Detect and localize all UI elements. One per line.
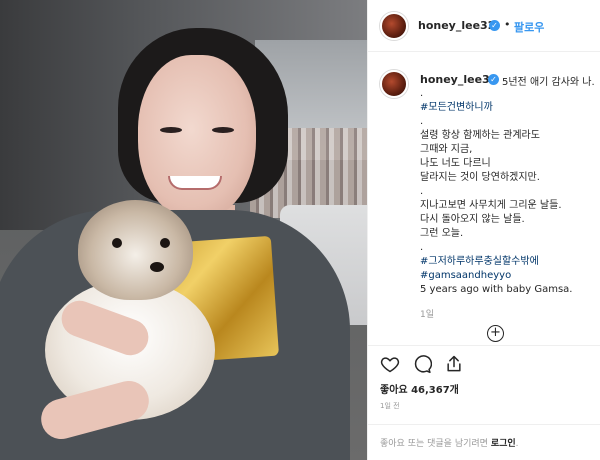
caption-time: 1일 bbox=[420, 310, 435, 320]
photo-face bbox=[138, 55, 256, 220]
verified-icon: ✓ bbox=[489, 20, 500, 31]
photo-right-eye bbox=[212, 127, 234, 133]
caption-hashtag[interactable]: #그저하루하루충실할수밖에 bbox=[420, 255, 539, 269]
caption-line: . bbox=[420, 88, 424, 99]
plus-circle-icon: + bbox=[490, 325, 501, 340]
caption-line: 설령 항상 함께하는 관계라도 bbox=[420, 130, 540, 141]
comment-icon[interactable] bbox=[412, 354, 432, 374]
caption-first-line: 5년전 애기 감사와 나. bbox=[502, 77, 595, 88]
like-count[interactable]: 좋아요 46,367개 bbox=[380, 381, 459, 396]
photo-smile bbox=[168, 176, 222, 190]
caption-line: 다시 돌아오지 않는 날들. bbox=[420, 214, 525, 225]
caption-line: 그때와 지금, bbox=[420, 144, 473, 155]
post-photo[interactable] bbox=[0, 0, 367, 460]
heart-icon[interactable] bbox=[380, 354, 400, 374]
login-prompt-bar: 좋아요 또는 댓글을 남기려면 로그인. bbox=[368, 424, 600, 460]
login-prompt-text: 좋아요 또는 댓글을 남기려면 bbox=[380, 439, 491, 449]
photo-puppy-right-eye bbox=[160, 238, 170, 248]
header-username[interactable]: honey_lee32 bbox=[418, 19, 495, 32]
photo-puppy-nose bbox=[150, 262, 164, 272]
share-icon[interactable] bbox=[444, 354, 464, 374]
caption-line: 나도 너도 다르니 bbox=[420, 158, 491, 169]
photo-puppy-left-eye bbox=[112, 238, 122, 248]
follow-button[interactable]: 팔로우 bbox=[514, 19, 544, 35]
login-link[interactable]: 로그인 bbox=[491, 439, 516, 449]
caption-line: . bbox=[420, 186, 424, 197]
avatar[interactable] bbox=[380, 12, 408, 40]
header-separator: • bbox=[504, 18, 511, 31]
caption-verified-icon: ✓ bbox=[488, 74, 499, 85]
caption-avatar[interactable] bbox=[380, 70, 408, 98]
photo-puppy-head bbox=[78, 200, 193, 300]
caption-hashtag[interactable]: #gamsaandheyyo bbox=[420, 269, 511, 283]
caption-hashtag[interactable]: #모든건변하니까 bbox=[420, 101, 493, 115]
caption-line: 지나고보면 사무치게 그리운 날들. bbox=[420, 200, 562, 211]
caption-line: . bbox=[420, 242, 424, 253]
caption: honey_lee32 ✓ 5년전 애기 감사와 나. . #모든건변하니까. 설령… bbox=[368, 60, 600, 332]
caption-line: 달라지는 것이 당연하겠지만. bbox=[420, 172, 540, 183]
post-side-panel: honey_lee32 ✓ • 팔로우 honey_lee32 ✓ 5년전 애기… bbox=[367, 0, 600, 460]
login-prompt: 좋아요 또는 댓글을 남기려면 로그인. bbox=[380, 436, 519, 449]
post-header: honey_lee32 ✓ • 팔로우 bbox=[368, 0, 600, 52]
caption-username[interactable]: honey_lee32 bbox=[420, 73, 497, 86]
login-suffix: . bbox=[515, 439, 519, 449]
caption-line: 5 years ago with baby Gamsa. bbox=[420, 284, 573, 295]
action-bar bbox=[368, 345, 600, 381]
load-more-comments-button[interactable]: + bbox=[487, 325, 504, 342]
post-timestamp[interactable]: 1일 전 bbox=[380, 401, 400, 411]
caption-line: . bbox=[420, 116, 424, 127]
photo-left-eye bbox=[160, 127, 182, 133]
caption-line: 그런 오늘. bbox=[420, 228, 464, 239]
